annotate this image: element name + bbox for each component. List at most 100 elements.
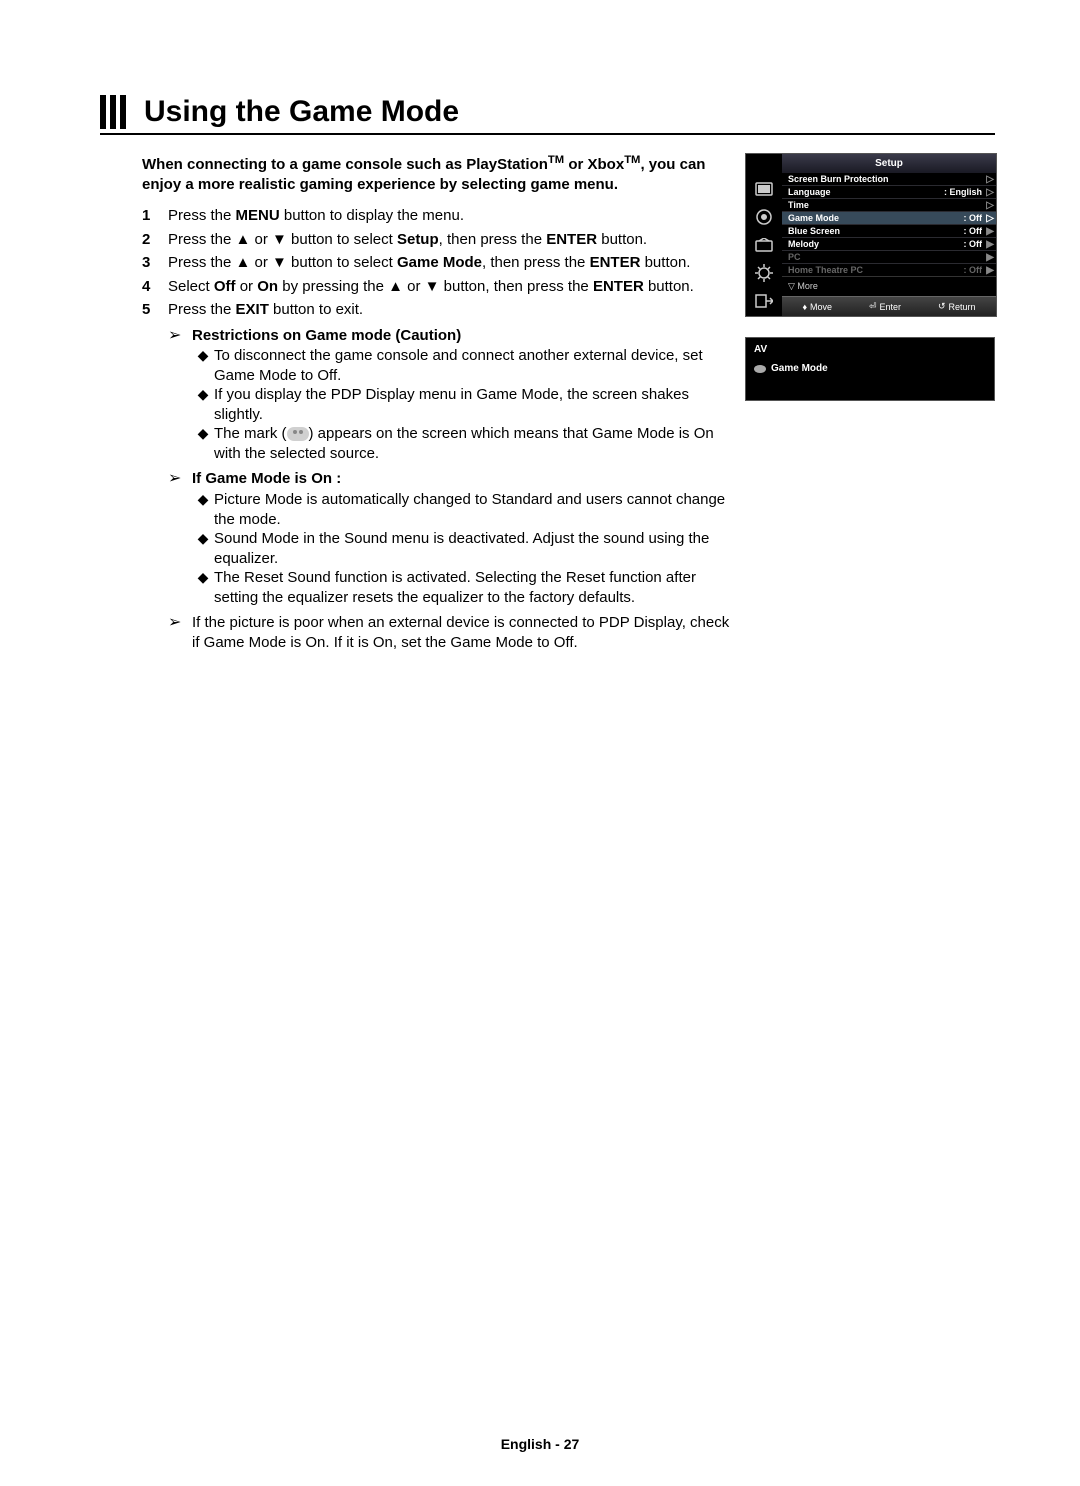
list-item: ◆ To disconnect the game console and con… xyxy=(192,346,731,385)
source-osd: AV Game Mode xyxy=(745,337,995,401)
t: , then press the xyxy=(439,231,547,248)
osd-menu-item[interactable]: Screen Burn Protection▷ xyxy=(782,173,996,186)
t: button to display the menu. xyxy=(280,207,464,224)
list-item: ◆ The Reset Sound function is activated.… xyxy=(192,568,731,607)
step-number: 4 xyxy=(142,277,168,297)
list-text: If you display the PDP Display menu in G… xyxy=(214,385,731,424)
t: button. xyxy=(640,254,690,271)
list-item: ◆ Sound Mode in the Sound menu is deacti… xyxy=(192,529,731,568)
osd-item-value: : Off xyxy=(964,226,983,236)
t: Press the ▲ or ▼ button to select xyxy=(168,254,397,271)
list-text: Picture Mode is automatically changed to… xyxy=(214,490,731,529)
osd-menu-item[interactable]: Game Mode : Off▷ xyxy=(782,212,996,225)
t: EXIT xyxy=(236,301,269,318)
setup-icon xyxy=(753,262,775,284)
t: Press the xyxy=(168,207,236,224)
step-number: 2 xyxy=(142,230,168,250)
osd-item-value: : Off xyxy=(964,213,983,223)
osd-item-label: Language xyxy=(788,187,831,197)
diamond-icon: ◆ xyxy=(192,424,214,442)
diamond-icon: ◆ xyxy=(192,385,214,403)
diamond-icon: ◆ xyxy=(192,490,214,508)
t: Off xyxy=(214,278,236,295)
chevron-right-icon: ▶ xyxy=(986,252,994,263)
list-text: The Reset Sound function is activated. S… xyxy=(214,568,731,607)
sub-section: ➢ Restrictions on Game mode (Caution) ◆ … xyxy=(168,326,731,653)
restrictions-list: ◆ To disconnect the game console and con… xyxy=(168,346,731,463)
t: Select xyxy=(168,278,214,295)
osd-menu-item[interactable]: Home Theatre PC: Off▶ xyxy=(782,264,996,276)
t: ENTER xyxy=(590,254,641,271)
input-icon xyxy=(753,290,775,312)
chevron-right-icon: ▷ xyxy=(986,174,994,185)
osd-foot-return: ↺Return xyxy=(938,301,976,312)
osd-menu-item[interactable]: Language: English▷ xyxy=(782,186,996,199)
osd-menu-item[interactable]: Melody : Off▶ xyxy=(782,238,996,251)
chevron-right-icon: ▶ xyxy=(986,265,994,276)
step-row: 4 Select Off or On by pressing the ▲ or … xyxy=(142,277,731,297)
chevron-right-icon: ▶ xyxy=(986,226,994,237)
pointer-icon: ➢ xyxy=(168,613,192,634)
step-row: 1 Press the MENU button to display the m… xyxy=(142,206,731,226)
step-body: Press the ▲ or ▼ button to select Game M… xyxy=(168,253,731,273)
t: On xyxy=(257,278,278,295)
step-row: 2 Press the ▲ or ▼ button to select Setu… xyxy=(142,230,731,250)
osd-item-label: PC xyxy=(788,252,801,262)
step-body: Press the MENU button to display the men… xyxy=(168,206,731,226)
t: button to exit. xyxy=(269,301,363,318)
osd-rows: Screen Burn Protection▷Language : English… xyxy=(782,173,996,276)
osd-item-label: Time xyxy=(788,200,809,210)
t: Move xyxy=(810,302,832,312)
t: MENU xyxy=(236,207,280,224)
tm-mark: TM xyxy=(624,154,640,166)
osd-item-value: : English xyxy=(944,187,982,197)
gamepad-icon xyxy=(754,364,766,374)
gameon-title: If Game Mode is On : xyxy=(192,469,731,489)
t: ENTER xyxy=(546,231,597,248)
page-footer: English - 27 xyxy=(0,1436,1080,1452)
t: by pressing the ▲ or ▼ button, then pres… xyxy=(278,278,593,295)
channel-icon xyxy=(753,234,775,256)
step-row: 3 Press the ▲ or ▼ button to select Game… xyxy=(142,253,731,273)
source-label: AV xyxy=(754,344,986,355)
osd-item-label: Home Theatre PC xyxy=(788,265,863,275)
t: Setup xyxy=(397,231,439,248)
osd-menu-item[interactable]: Time ▷ xyxy=(782,199,996,212)
osd-title: Setup xyxy=(782,154,996,173)
t: Enter xyxy=(880,302,902,312)
t: Press the xyxy=(168,301,236,318)
osd-menu-item[interactable]: Blue Screen : Off▶ xyxy=(782,225,996,238)
text-column: When connecting to a game console such a… xyxy=(100,153,745,652)
osd-item-label: Blue Screen xyxy=(788,226,840,236)
osd-sidebar xyxy=(746,154,782,316)
chevron-right-icon: ▶ xyxy=(986,239,994,250)
content-row: When connecting to a game console such a… xyxy=(100,153,995,652)
restrictions-title: Restrictions on Game mode (Caution) xyxy=(192,326,731,346)
sound-icon xyxy=(753,206,775,228)
enter-icon: ⏎ xyxy=(869,301,877,312)
setup-osd: Setup Screen Burn Protection▷Language : E… xyxy=(745,153,997,317)
final-note-row: ➢ If the picture is poor when an externa… xyxy=(168,613,731,652)
game-mode-indicator: Game Mode xyxy=(754,363,986,374)
final-note: If the picture is poor when an external … xyxy=(192,613,731,652)
intro-text: When connecting to a game console such a… xyxy=(142,153,731,194)
chevron-right-icon: ▷ xyxy=(986,213,994,224)
step-body: Press the ▲ or ▼ button to select Setup,… xyxy=(168,230,731,250)
pointer-icon: ➢ xyxy=(168,469,192,490)
t: Game Mode xyxy=(397,254,482,271)
osd-menu-item[interactable]: PC ▶ xyxy=(782,251,996,264)
osd-item-label: Melody xyxy=(788,239,819,249)
osd-item-label: Game Mode xyxy=(788,213,839,223)
list-item: ◆ If you display the PDP Display menu in… xyxy=(192,385,731,424)
diamond-icon: ◆ xyxy=(192,346,214,364)
t: , then press the xyxy=(482,254,590,271)
chevron-right-icon: ▷ xyxy=(986,200,994,211)
osd-foot-enter: ⏎Enter xyxy=(869,301,901,312)
step-number: 5 xyxy=(142,300,168,320)
step-number: 1 xyxy=(142,206,168,226)
gameon-header: ➢ If Game Mode is On : xyxy=(168,469,731,490)
picture-icon xyxy=(753,178,775,200)
osd-footer: ♦Move ⏎Enter ↺Return xyxy=(782,296,996,316)
osd-item-value: : Off xyxy=(964,239,983,249)
t: button. xyxy=(644,278,694,295)
